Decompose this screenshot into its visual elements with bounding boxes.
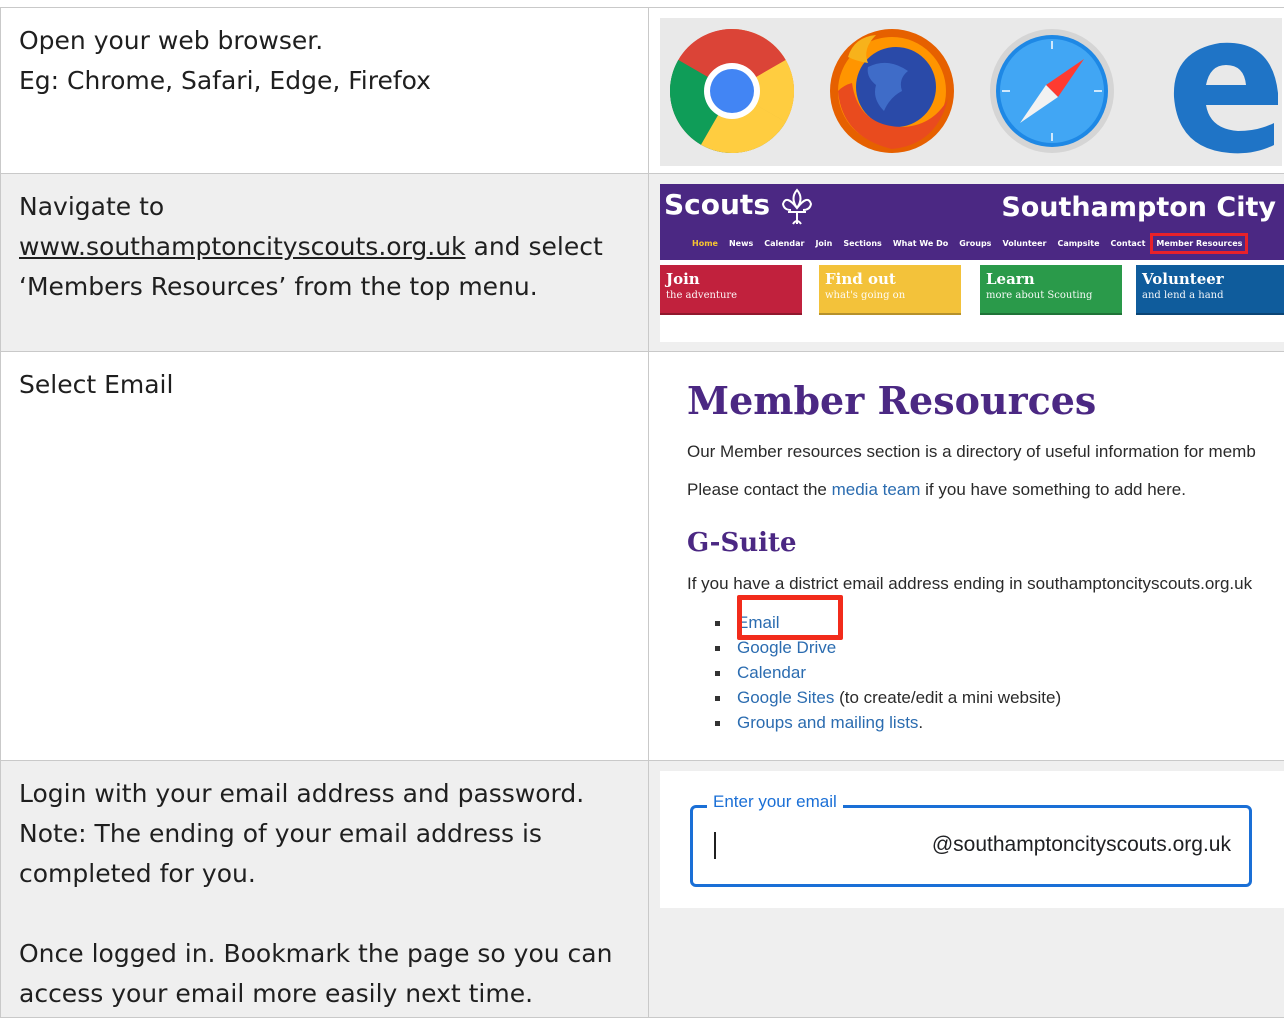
- step-2-line: www.southamptoncityscouts.org.uk and sel…: [19, 227, 630, 267]
- calendar-link[interactable]: Calendar: [737, 663, 806, 682]
- list-item-rest: .: [918, 713, 924, 732]
- step-2-line-rest: and select: [465, 232, 603, 261]
- nav-contact[interactable]: Contact: [1111, 239, 1146, 248]
- nav-volunteer[interactable]: Volunteer: [1002, 239, 1046, 248]
- nav-home[interactable]: Home: [692, 239, 718, 248]
- step-3-text: Select Email: [0, 352, 649, 761]
- step-4-line: access your email more easily next time.: [19, 979, 534, 1008]
- email-highlight-box: [737, 595, 843, 640]
- steps-table: Open your web browser. Eg: Chrome, Safar…: [0, 7, 1284, 1018]
- email-login-screenshot: Enter your email @southamptoncityscouts.…: [660, 771, 1284, 908]
- g-suite-heading: G-Suite: [687, 528, 797, 558]
- tile-subtitle: the adventure: [666, 290, 738, 301]
- nav-news[interactable]: News: [729, 239, 753, 248]
- google-drive-link[interactable]: Google Drive: [737, 638, 836, 657]
- tile-volunteer[interactable]: Volunteer and lend a hand: [1136, 265, 1284, 315]
- step-4-line: Login with your email address and passwo…: [19, 779, 585, 808]
- member-resources-contact: Please contact the media team if you hav…: [687, 480, 1186, 500]
- tile-title: Learn: [986, 270, 1035, 288]
- step-1-image: [649, 8, 1284, 174]
- scouts-nav: Home News Calendar Join Sections What We…: [692, 233, 1249, 254]
- step-1-line: Open your web browser.: [19, 26, 324, 55]
- nav-member-resources[interactable]: Member Resources: [1150, 233, 1249, 254]
- tile-join[interactable]: Join the adventure: [660, 265, 802, 315]
- nav-join[interactable]: Join: [815, 239, 832, 248]
- website-link[interactable]: www.southamptoncityscouts.org.uk: [19, 232, 466, 261]
- email-input[interactable]: Enter your email @southamptoncityscouts.…: [690, 792, 1252, 887]
- browser-logos: [660, 18, 1282, 166]
- fleur-de-lis-icon: [782, 188, 812, 225]
- tile-title: Volunteer: [1142, 270, 1224, 288]
- tile-find-out[interactable]: Find out what's going on: [819, 265, 961, 315]
- step-3-line: Select Email: [19, 370, 174, 399]
- scouts-logo-text: Scouts: [664, 188, 770, 221]
- g-suite-intro: If you have a district email address end…: [687, 574, 1253, 593]
- step-2-image: Scouts Southampton City Home News Calend…: [649, 174, 1284, 352]
- tile-subtitle: what's going on: [825, 290, 906, 301]
- member-resources-title: Member Resources: [687, 378, 1097, 423]
- email-domain-suffix: @southamptoncityscouts.org.uk: [931, 833, 1231, 856]
- member-resources-screenshot: Member Resources Our Member resources se…: [687, 352, 1284, 760]
- step-1-line: Eg: Chrome, Safari, Edge, Firefox: [19, 66, 431, 95]
- nav-calendar[interactable]: Calendar: [764, 239, 804, 248]
- scouts-tiles: Join the adventure Find out what's going…: [660, 265, 1284, 315]
- firefox-icon: [830, 29, 954, 153]
- google-sites-link[interactable]: Google Sites: [737, 688, 834, 707]
- nav-campsite[interactable]: Campsite: [1057, 239, 1099, 248]
- nav-what-we-do[interactable]: What We Do: [893, 239, 948, 248]
- scouts-website-screenshot: Scouts Southampton City Home News Calend…: [660, 184, 1284, 342]
- tile-learn[interactable]: Learn more about Scouting: [980, 265, 1122, 315]
- step-1-text: Open your web browser. Eg: Chrome, Safar…: [0, 8, 649, 174]
- text-caret: [714, 832, 716, 859]
- nav-groups[interactable]: Groups: [959, 239, 991, 248]
- instruction-document: Open your web browser. Eg: Chrome, Safar…: [0, 0, 1284, 1018]
- list-item: Groups and mailing lists.: [715, 710, 1061, 735]
- step-2-text: Navigate to www.southamptoncityscouts.or…: [0, 174, 649, 352]
- email-input-label: Enter your email: [707, 792, 843, 812]
- contact-text: if you have something to add here.: [920, 480, 1186, 499]
- list-item-rest: (to create/edit a mini website): [834, 688, 1062, 707]
- tile-title: Join: [666, 270, 700, 288]
- member-resources-intro: Our Member resources section is a direct…: [687, 442, 1256, 461]
- edge-icon: [1173, 42, 1278, 154]
- step-4-image: Enter your email @southamptoncityscouts.…: [649, 761, 1284, 1018]
- tile-subtitle: more about Scouting: [986, 290, 1093, 301]
- step-3-image: Member Resources Our Member resources se…: [649, 352, 1284, 761]
- chrome-icon: [669, 29, 795, 154]
- step-4-text: Login with your email address and passwo…: [0, 761, 649, 1018]
- contact-text: Please contact the: [687, 480, 832, 499]
- tile-title: Find out: [825, 270, 896, 288]
- step-2-line: ‘Members Resources’ from the top menu.: [19, 272, 538, 301]
- step-2-line: Navigate to: [19, 192, 165, 221]
- groups-mailing-lists-link[interactable]: Groups and mailing lists: [737, 713, 918, 732]
- southampton-city-title: Southampton City: [1001, 192, 1276, 223]
- media-team-link[interactable]: media team: [832, 480, 921, 499]
- list-item: Calendar: [715, 660, 1061, 685]
- scouts-header: Scouts Southampton City Home News Calend…: [660, 184, 1284, 260]
- step-4-line: completed for you.: [19, 859, 256, 888]
- tile-subtitle: and lend a hand: [1142, 290, 1224, 301]
- step-4-line: Once logged in. Bookmark the page so you…: [19, 939, 613, 968]
- nav-sections[interactable]: Sections: [843, 239, 881, 248]
- step-4-line: Note: The ending of your email address i…: [19, 819, 542, 848]
- safari-icon: [990, 29, 1114, 153]
- list-item: Google Sites (to create/edit a mini webs…: [715, 685, 1061, 710]
